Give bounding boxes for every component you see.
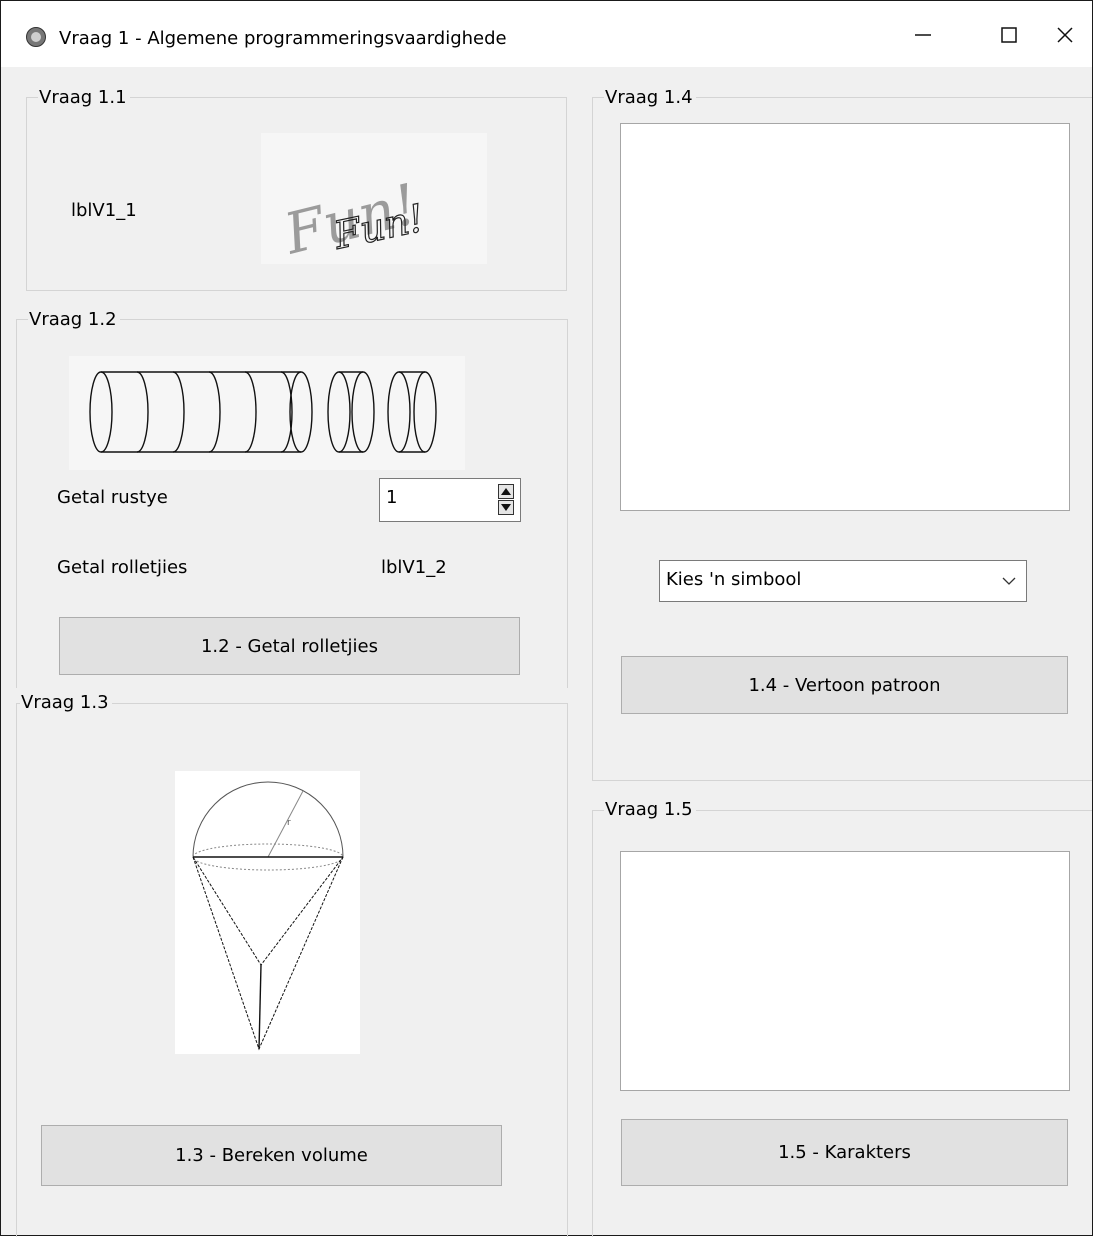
rests-spinner[interactable]: 1 (379, 478, 521, 522)
triangle-down-icon (501, 504, 511, 511)
title-bar[interactable]: Vraag 1 - Algemene programmeringsvaardig… (1, 0, 1092, 67)
close-button[interactable] (1043, 15, 1087, 55)
group-legend-1-5: Vraag 1.5 (604, 800, 696, 820)
label-lblv1-1: lblV1_1 (71, 200, 137, 221)
coin-rolls-image (69, 356, 465, 470)
pattern-display-box[interactable] (620, 123, 1070, 511)
minimize-icon (915, 34, 931, 36)
ice-cream-cone-image: r (175, 771, 360, 1054)
main-window: Vraag 1 - Algemene programmeringsvaardig… (0, 0, 1093, 1237)
maximize-button[interactable] (987, 15, 1031, 55)
group-legend-1-2: Vraag 1.2 (28, 310, 120, 330)
symbol-combobox-value: Kies 'n simbool (666, 569, 802, 590)
karakters-button[interactable]: 1.5 - Karakters (621, 1119, 1068, 1186)
group-legend-1-4: Vraag 1.4 (604, 88, 696, 108)
group-legend-1-3: Vraag 1.3 (20, 693, 112, 713)
label-lblv1-2: lblV1_2 (381, 557, 447, 578)
symbol-combobox[interactable]: Kies 'n simbool (659, 560, 1027, 602)
spinner-up-button[interactable] (498, 484, 514, 499)
close-icon (1057, 27, 1073, 43)
label-getal-rustye: Getal rustye (57, 487, 168, 508)
chevron-down-icon (1002, 577, 1016, 585)
spinner-down-button[interactable] (498, 500, 514, 515)
rests-spinner-value: 1 (386, 487, 398, 508)
group-legend-1-1: Vraag 1.1 (38, 88, 130, 108)
vertoon-patroon-button[interactable]: 1.4 - Vertoon patroon (621, 656, 1068, 714)
triangle-up-icon (501, 488, 511, 495)
label-getal-rolletjies: Getal rolletjies (57, 557, 188, 578)
getal-rolletjies-button[interactable]: 1.2 - Getal rolletjies (59, 617, 520, 675)
characters-display-box[interactable] (620, 851, 1070, 1091)
minimize-button[interactable] (901, 15, 945, 55)
maximize-icon (1001, 27, 1017, 43)
app-icon (26, 27, 46, 47)
svg-text:r: r (287, 818, 291, 828)
window-title: Vraag 1 - Algemene programmeringsvaardig… (59, 28, 507, 49)
fun-image: Fun! Fun! (261, 133, 487, 268)
bereken-volume-button[interactable]: 1.3 - Bereken volume (41, 1125, 502, 1186)
